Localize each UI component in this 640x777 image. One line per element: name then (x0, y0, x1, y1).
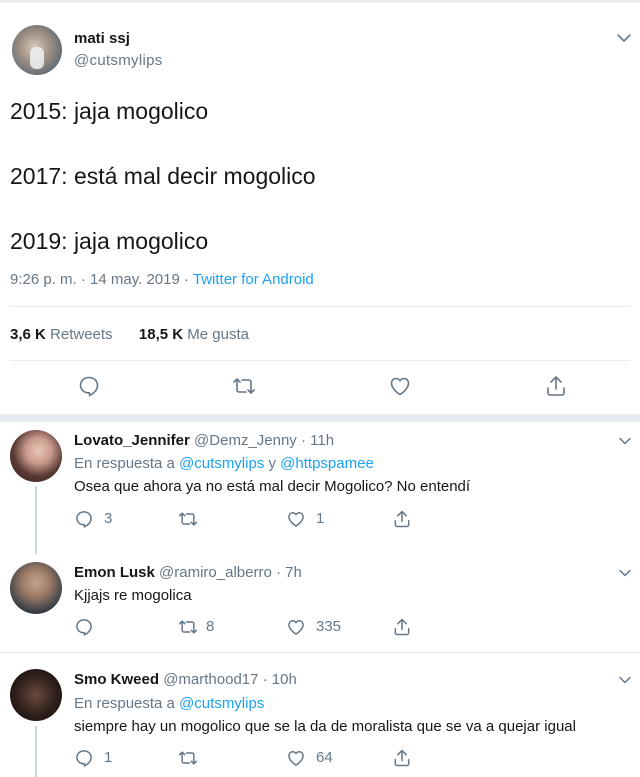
reply-actions: 8 335 (0, 617, 640, 641)
tweet-text: 2015: jaja mogolico 2017: está mal decir… (10, 98, 316, 254)
reply-author[interactable]: Smo Kweed @marthood17 · 10h (74, 671, 297, 688)
reply-author[interactable]: Emon Lusk @ramiro_alberro · 7h (74, 564, 302, 581)
reply-context-prefix: En respuesta a (74, 695, 180, 712)
author-name: Lovato_Jennifer (74, 432, 190, 449)
chevron-down-icon[interactable] (618, 434, 632, 448)
heart-icon[interactable] (286, 617, 306, 637)
divider (10, 306, 630, 307)
heart-icon[interactable] (388, 374, 412, 398)
share-upload-icon[interactable] (392, 509, 412, 529)
likes-stat[interactable]: 18,5 K Me gusta (139, 326, 249, 343)
avatar[interactable] (10, 669, 62, 721)
heart-icon[interactable] (286, 509, 306, 529)
reply-count: 3 (104, 510, 113, 527)
tweet-source[interactable]: Twitter for Android (193, 271, 314, 288)
likes-count: 18,5 K (138, 326, 184, 343)
tweet-timestamp[interactable]: 9:26 p. m. · 14 may. 2019 · (10, 271, 193, 288)
retweet-arrows-icon[interactable] (232, 374, 256, 398)
reply-text: Kjjajs re mogolica (74, 587, 192, 604)
chevron-down-icon[interactable] (616, 30, 632, 46)
chevron-down-icon[interactable] (618, 566, 632, 580)
reply-context-prefix: En respuesta a (74, 455, 180, 472)
mention-link[interactable]: @cutsmylips (179, 695, 264, 712)
tweet-actions (0, 374, 640, 404)
retweets-label: Retweets (45, 326, 113, 343)
author-name: Smo Kweed (74, 671, 160, 688)
retweets-count: 3,6 K (10, 326, 46, 343)
section-separator (0, 414, 640, 422)
likes-label: Me gusta (183, 326, 249, 343)
speech-bubble-icon[interactable] (74, 617, 94, 637)
speech-bubble-icon[interactable] (77, 374, 101, 398)
share-upload-icon[interactable] (544, 374, 568, 398)
share-upload-icon[interactable] (392, 617, 412, 637)
retweet-arrows-icon[interactable] (178, 509, 198, 529)
retweet-arrows-icon[interactable] (178, 748, 198, 768)
reply-actions: 3 1 (0, 509, 640, 533)
author-handle[interactable]: @cutsmylips (74, 52, 163, 69)
author-handle-time: @Demz_Jenny · 11h (189, 432, 335, 449)
tweet-meta: 9:26 p. m. · 14 may. 2019 · Twitter for … (10, 271, 314, 288)
divider (0, 652, 640, 653)
share-upload-icon[interactable] (392, 748, 412, 768)
avatar[interactable] (10, 562, 62, 614)
author-name: Emon Lusk (74, 564, 155, 581)
author-handle-time: @ramiro_alberro · 7h (154, 564, 302, 581)
divider (10, 360, 630, 361)
reply-text: siempre hay un mogolico que se la da de … (74, 718, 576, 735)
reply-count: 1 (104, 749, 113, 766)
speech-bubble-icon[interactable] (74, 748, 94, 768)
reply-context-and: y (264, 455, 281, 472)
heart-icon[interactable] (286, 748, 306, 768)
mention-link[interactable]: @httpspamee (280, 455, 374, 472)
retweet-count: 8 (206, 618, 215, 635)
reply-actions: 1 64 (0, 748, 640, 772)
tweet-stats: 3,6 K Retweets 18,5 K Me gusta (10, 326, 249, 343)
avatar[interactable] (12, 25, 62, 75)
retweet-arrows-icon[interactable] (178, 617, 198, 637)
author-handle-time: @marthood17 · 10h (159, 671, 297, 688)
like-count: 1 (316, 510, 325, 527)
reply-text: Osea que ahora ya no está mal decir Mogo… (74, 478, 471, 495)
reply-author[interactable]: Lovato_Jennifer @Demz_Jenny · 11h (74, 432, 334, 449)
chevron-down-icon[interactable] (618, 673, 632, 687)
top-border (0, 0, 640, 3)
avatar[interactable] (10, 430, 62, 482)
mention-link[interactable]: @cutsmylips (179, 455, 264, 472)
reply-context: En respuesta a @cutsmylips (74, 695, 264, 712)
author-name[interactable]: mati ssj (74, 30, 130, 47)
like-count: 64 (316, 749, 333, 766)
reply-context: En respuesta a @cutsmylips y @httpspamee (74, 455, 374, 472)
retweets-stat[interactable]: 3,6 K Retweets (10, 326, 113, 343)
like-count: 335 (316, 618, 342, 635)
speech-bubble-icon[interactable] (74, 509, 94, 529)
